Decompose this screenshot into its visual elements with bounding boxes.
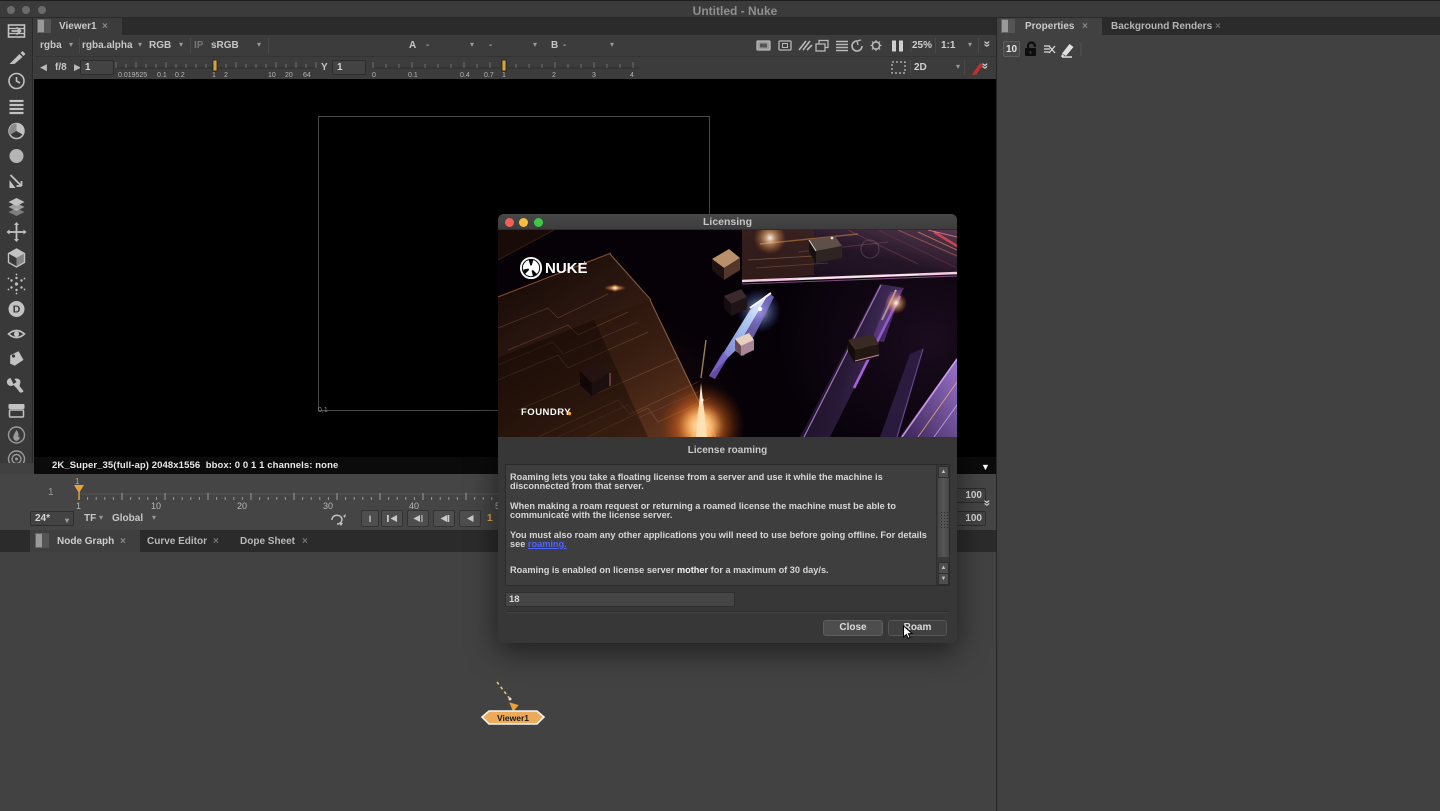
svg-text:40: 40 xyxy=(409,501,419,510)
svg-text:FOUNDRY: FOUNDRY xyxy=(521,407,571,418)
svg-text:NUKE: NUKE xyxy=(545,260,588,277)
svg-text:20: 20 xyxy=(285,72,293,78)
svg-text:2: 2 xyxy=(552,72,556,78)
svg-text:1: 1 xyxy=(212,72,216,78)
svg-text:1: 1 xyxy=(76,501,81,510)
svg-text:1: 1 xyxy=(75,477,80,486)
svg-text:Viewer1: Viewer1 xyxy=(497,713,529,723)
svg-text:10: 10 xyxy=(268,72,276,78)
svg-text:4: 4 xyxy=(630,72,634,78)
svg-text:0.4: 0.4 xyxy=(460,72,470,78)
svg-text:D: D xyxy=(13,304,21,316)
svg-text:0.2: 0.2 xyxy=(175,72,185,78)
svg-text:30: 30 xyxy=(323,501,333,510)
svg-text:3: 3 xyxy=(592,72,596,78)
svg-text:0.1: 0.1 xyxy=(157,72,167,78)
svg-text:1: 1 xyxy=(502,72,506,78)
svg-text:2: 2 xyxy=(224,72,228,78)
svg-text:64: 64 xyxy=(303,72,311,78)
svg-text:10: 10 xyxy=(151,501,161,510)
svg-text:0: 0 xyxy=(372,72,376,78)
svg-text:0.1: 0.1 xyxy=(408,72,418,78)
svg-text:20: 20 xyxy=(237,501,247,510)
svg-text:0.7: 0.7 xyxy=(484,72,494,78)
svg-text:0.019525: 0.019525 xyxy=(118,72,147,78)
